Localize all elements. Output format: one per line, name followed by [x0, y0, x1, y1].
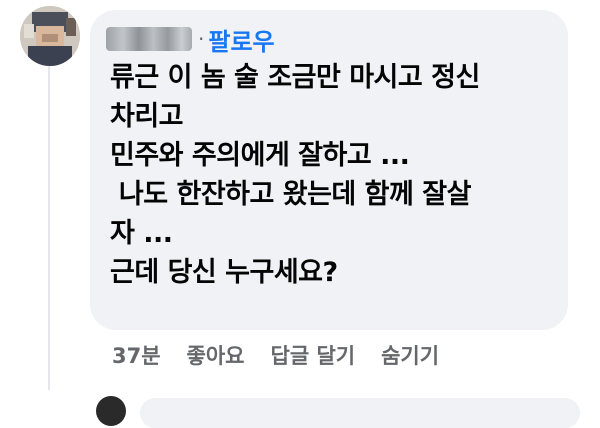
follow-link[interactable]: 팔로우	[208, 22, 274, 57]
author-name-blurred[interactable]	[106, 27, 192, 51]
separator: ·	[198, 27, 205, 51]
comment-text: 류근 이 놈 술 조금만 마시고 정신 차리고 민주와 주의에게 잘하고 ...…	[110, 58, 560, 292]
reply-bubble	[140, 398, 580, 428]
comment-line: 나도 한잔하고 왔는데 함께 잘살	[110, 179, 472, 210]
hide-button[interactable]: 숨기기	[381, 340, 439, 370]
avatar[interactable]	[20, 6, 80, 66]
reply-avatar[interactable]	[96, 396, 126, 426]
comment-line: 자 ...	[110, 218, 173, 249]
timestamp-link[interactable]: 37분	[112, 340, 161, 370]
like-button[interactable]: 좋아요	[187, 340, 245, 370]
comment-actions: 37분 좋아요 답글 달기 숨기기	[112, 340, 465, 370]
reply-button[interactable]: 답글 달기	[271, 340, 356, 370]
comment-line: 근데 당신 누구세요?	[110, 257, 338, 288]
thread-line	[48, 60, 50, 390]
comment-line: 민주와 주의에게 잘하고 ...	[110, 140, 410, 171]
comment-line: 차리고	[110, 101, 184, 132]
comment-line: 류근 이 놈 술 조금만 마시고 정신	[110, 62, 480, 93]
comment-header: · 팔로우	[106, 22, 275, 56]
